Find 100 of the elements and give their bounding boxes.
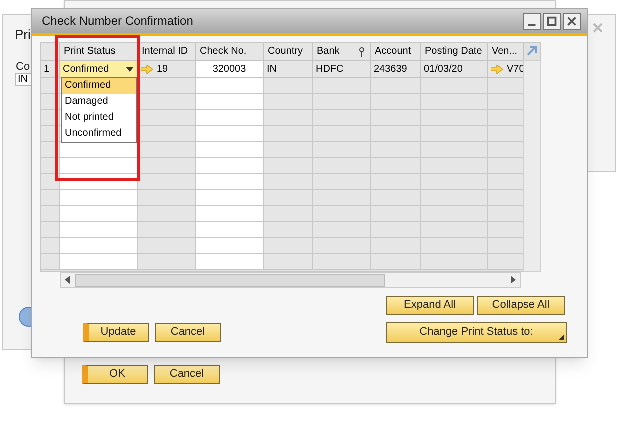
table-cell [138,222,196,238]
table-cell [196,142,264,158]
table-cell [196,158,264,174]
table-cell [313,238,371,254]
table-cell [313,78,371,94]
table-cell [196,222,264,238]
ok-button[interactable]: OK [82,365,148,384]
pin-icon[interactable] [358,46,366,56]
table-cell [264,174,313,190]
table-cell [264,238,313,254]
table-cell [138,238,196,254]
cancel-button[interactable]: Cancel [155,323,221,342]
table-cell: 243639 [371,61,421,78]
column-header[interactable]: Ven... [488,43,524,61]
table-cell [313,142,371,158]
table-cell [371,142,421,158]
close-icon[interactable] [563,12,581,30]
table-cell [488,238,524,254]
table-cell [371,238,421,254]
table-cell [313,206,371,222]
table-cell [138,94,196,110]
table-cell [421,158,488,174]
table-cell [421,94,488,110]
column-header[interactable]: Bank [313,43,371,61]
table-cell [138,174,196,190]
caret-icon[interactable] [126,66,134,72]
change-status-button[interactable]: Change Print Status to: [386,322,567,343]
table-cell [488,206,524,222]
column-header[interactable]: Country [264,43,313,61]
table-cell [371,222,421,238]
table-cell [313,110,371,126]
table-cell [264,94,313,110]
table-cell [196,126,264,142]
table-cell [421,142,488,158]
table-cell [138,126,196,142]
table-cell: 01/03/20 [421,61,488,78]
column-header[interactable]: Posting Date [421,43,488,61]
horizontal-scrollbar[interactable] [60,272,521,288]
table-cell [196,94,264,110]
column-header[interactable]: Internal ID [138,43,196,61]
table-cell [264,110,313,126]
table-cell [421,78,488,94]
cancel-button[interactable]: Cancel [154,365,220,384]
table-cell [488,158,524,174]
table-cell [488,142,524,158]
table-cell [371,78,421,94]
vertical-scrollbar[interactable] [523,60,541,272]
expand-icon[interactable] [525,44,539,58]
table-cell [421,126,488,142]
scroll-thumb[interactable] [75,274,385,286]
table-cell [138,78,196,94]
table-cell [138,206,196,222]
table-cell [371,110,421,126]
table-cell [313,126,371,142]
table-cell: HDFC [313,61,371,78]
table-cell [313,174,371,190]
table-cell [488,174,524,190]
table-cell [371,190,421,206]
table-cell [264,222,313,238]
table-cell [421,110,488,126]
table-cell [488,126,524,142]
table-cell [264,126,313,142]
table-cell [488,78,524,94]
table-cell [421,238,488,254]
table-cell [313,222,371,238]
table-cell [264,158,313,174]
table-cell [196,174,264,190]
table-cell [138,158,196,174]
table-cell [313,94,371,110]
table-cell [488,110,524,126]
table-cell [421,174,488,190]
table-cell [371,174,421,190]
status-dropdown[interactable]: Confirmed [60,61,138,78]
collapse-all-button[interactable]: Collapse All [477,296,565,315]
column-header[interactable]: Account [371,43,421,61]
table-cell [313,158,371,174]
table-cell [371,126,421,142]
table-cell [421,190,488,206]
column-header[interactable]: Print Status [60,43,138,61]
maximize-icon[interactable] [543,12,561,30]
table-cell: 320003 [196,61,264,78]
field-label: Co [16,60,30,75]
column-header[interactable]: Check No. [196,43,264,61]
table-cell [196,190,264,206]
table-cell [313,190,371,206]
minimize-icon[interactable] [523,12,541,30]
table-cell [421,206,488,222]
table-cell [371,158,421,174]
table-cell [138,190,196,206]
corner-arrow-icon [559,335,564,340]
update-button[interactable]: Update [83,323,149,342]
table-cell [138,142,196,158]
dropdown-option[interactable]: Confirmed [62,78,136,94]
table-cell [488,222,524,238]
window-title: Pri [15,26,31,44]
table-cell [488,190,524,206]
expand-all-button[interactable]: Expand All [386,296,474,315]
table-cell [264,206,313,222]
table-cell [196,110,264,126]
table-cell [196,206,264,222]
